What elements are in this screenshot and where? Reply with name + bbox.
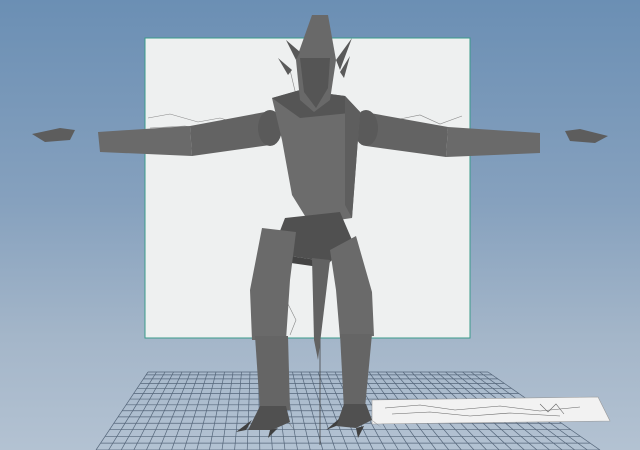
viewport-scene[interactable] — [0, 0, 640, 450]
3d-viewport[interactable] — [0, 0, 640, 450]
floor-reference-image — [371, 396, 611, 425]
